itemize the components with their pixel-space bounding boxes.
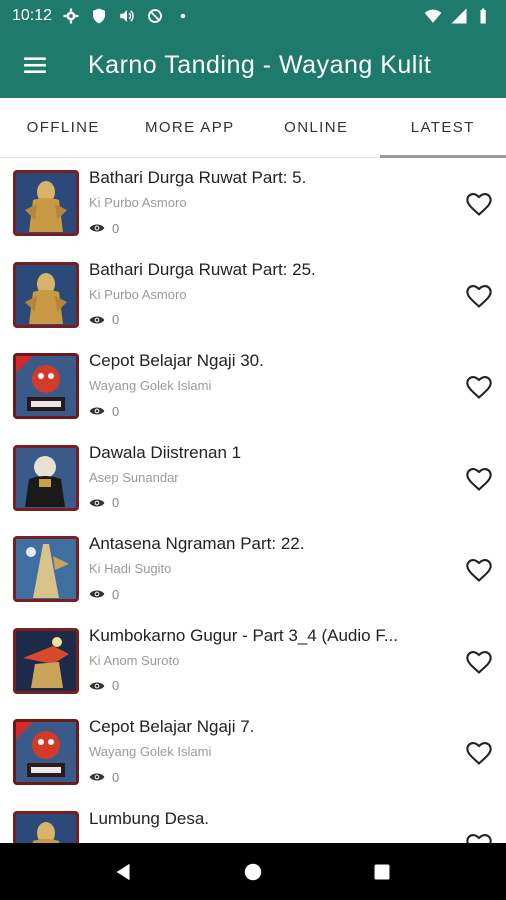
item-title: Cepot Belajar Ngaji 30.	[89, 351, 264, 370]
view-count: 0	[89, 586, 119, 602]
audio-list[interactable]: Bathari Durga Ruwat Part: 5. Ki Purbo Asm…	[0, 158, 506, 843]
signal-icon	[450, 7, 468, 25]
tab-offline[interactable]: OFFLINE	[0, 98, 127, 157]
list-item[interactable]: Bathari Durga Ruwat Part: 25. Ki Purbo As…	[0, 250, 506, 342]
hamburger-icon	[24, 57, 46, 74]
thumbnail-image	[13, 536, 79, 602]
item-title: Lumbung Desa.	[89, 808, 210, 828]
eye-icon	[89, 682, 105, 689]
eye-icon	[89, 499, 105, 506]
thumbnail-image	[13, 627, 79, 694]
notification-dot-icon	[174, 7, 192, 25]
item-artist: Ki Anom Suroto	[89, 652, 180, 668]
view-count-value: 0	[112, 220, 120, 236]
square-recents-icon	[374, 864, 390, 879]
item-artist: Wayang Golek Islami	[89, 378, 212, 393]
eye-icon	[89, 224, 105, 232]
nav-recents-button[interactable]	[362, 852, 402, 892]
app-title: Karno Tanding - Wayang Kulit	[88, 50, 432, 79]
nav-home-button[interactable]	[233, 852, 273, 892]
heart-outline-icon	[466, 559, 492, 582]
favorite-button[interactable]	[465, 190, 493, 218]
status-bar: 10:12	[0, 0, 506, 32]
menu-button[interactable]	[0, 32, 70, 98]
item-artist: Asep Sunandar	[89, 469, 179, 485]
list-item[interactable]: Dawala Diistrenan 1 Asep Sunandar 0	[0, 433, 506, 525]
item-title: Dawala Diistrenan 1	[89, 442, 242, 462]
system-nav-bar	[0, 843, 506, 900]
list-item[interactable]: Cepot Belajar Ngaji 30. Wayang Golek Isla…	[0, 341, 506, 433]
item-artist: Ki Purbo Asmoro	[89, 195, 187, 210]
list-item[interactable]: Cepot Belajar Ngaji 7. Wayang Golek Islam…	[0, 707, 506, 799]
view-count: 0	[89, 678, 119, 694]
favorite-button[interactable]	[465, 373, 493, 401]
item-title: Bathari Durga Ruwat Part: 5.	[89, 168, 307, 187]
favorite-button[interactable]	[465, 282, 493, 310]
triangle-back-icon	[116, 863, 130, 880]
heart-outline-icon	[466, 742, 492, 765]
thumbnail-image	[13, 719, 79, 785]
view-count-value: 0	[112, 312, 120, 327]
wifi-icon	[424, 7, 442, 25]
view-count-value: 0	[112, 586, 120, 602]
view-count: 0	[89, 769, 119, 785]
battery-icon	[476, 7, 494, 25]
item-artist: Ki Purbo Asmoro	[89, 286, 187, 302]
heart-outline-icon	[466, 376, 492, 399]
status-time: 10:12	[12, 7, 53, 24]
view-count-value: 0	[112, 769, 120, 785]
item-title: Antasena Ngraman Part: 22.	[89, 534, 305, 553]
tab-bar: OFFLINE MORE APP ONLINE LATEST	[0, 98, 506, 158]
list-item[interactable]: Kumbokarno Gugur - Part 3_4 (Audio F... K…	[0, 616, 506, 708]
volume-icon	[118, 7, 136, 25]
thumbnail-image	[13, 810, 79, 843]
eye-icon	[89, 407, 105, 415]
data-saver-icon	[146, 7, 164, 25]
list-item[interactable]: Bathari Durga Ruwat Part: 5. Ki Purbo Asm…	[0, 158, 506, 250]
list-item[interactable]: Lumbung Desa.	[0, 799, 506, 843]
view-count: 0	[89, 403, 119, 419]
view-count-value: 0	[112, 495, 120, 510]
favorite-button[interactable]	[465, 648, 493, 676]
view-count: 0	[89, 312, 119, 328]
view-count-value: 0	[112, 678, 120, 693]
thumbnail-image	[13, 170, 79, 236]
eye-icon	[89, 773, 105, 781]
item-title: Kumbokarno Gugur - Part 3_4 (Audio F...	[89, 625, 398, 645]
item-artist: Wayang Golek Islami	[89, 744, 212, 759]
list-item[interactable]: Antasena Ngraman Part: 22. Ki Hadi Sugito…	[0, 524, 506, 616]
nav-back-button[interactable]	[104, 852, 144, 892]
heart-outline-icon	[466, 284, 492, 308]
favorite-button[interactable]	[465, 556, 493, 584]
item-title: Cepot Belajar Ngaji 7.	[89, 717, 255, 736]
favorite-button[interactable]	[465, 465, 493, 493]
view-count: 0	[89, 495, 119, 511]
tab-more-app[interactable]: MORE APP	[127, 98, 254, 157]
item-title: Bathari Durga Ruwat Part: 25.	[89, 259, 316, 279]
view-count: 0	[89, 220, 119, 236]
favorite-button[interactable]	[465, 831, 493, 843]
thumbnail-image	[13, 353, 79, 419]
eye-icon	[89, 316, 105, 323]
settings-gear-icon	[62, 7, 80, 25]
circle-home-icon	[244, 863, 262, 880]
shield-icon	[90, 7, 108, 25]
tab-latest[interactable]: LATEST	[379, 98, 506, 158]
heart-outline-icon	[466, 833, 492, 843]
eye-icon	[89, 590, 105, 598]
item-artist: Ki Hadi Sugito	[89, 561, 172, 576]
thumbnail-image	[13, 261, 79, 328]
app-bar: Karno Tanding - Wayang Kulit	[0, 32, 506, 98]
thumbnail-image	[13, 444, 79, 511]
heart-outline-icon	[466, 193, 492, 216]
view-count-value: 0	[112, 403, 120, 419]
favorite-button[interactable]	[465, 739, 493, 767]
heart-outline-icon	[466, 650, 492, 674]
tab-online[interactable]: ONLINE	[253, 98, 380, 157]
heart-outline-icon	[466, 467, 492, 491]
